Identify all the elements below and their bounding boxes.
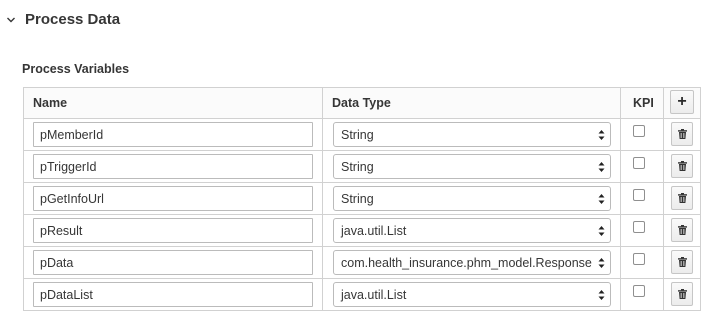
updown-arrows-icon (598, 225, 605, 237)
variable-name-input[interactable] (33, 186, 313, 211)
kpi-cell (620, 246, 664, 279)
name-cell (23, 246, 323, 279)
data-type-value: com.health_insurance.phm_model.Response (341, 255, 592, 270)
table-row: com.health_insurance.phm_model.Response (23, 246, 701, 279)
variable-name-input[interactable] (33, 250, 313, 275)
delete-variable-button[interactable] (671, 249, 693, 274)
delete-cell (663, 182, 701, 215)
delete-variable-button[interactable] (671, 185, 693, 210)
table-header-row: Name Data Type KPI + (23, 87, 701, 119)
variable-name-input[interactable] (33, 122, 313, 147)
updown-arrows-icon (598, 289, 605, 301)
delete-variable-button[interactable] (671, 121, 693, 146)
data-type-select[interactable]: java.util.List (333, 282, 611, 307)
name-cell (23, 214, 323, 247)
kpi-cell (620, 182, 664, 215)
section-title: Process Data (25, 11, 121, 28)
data-type-value: String (341, 191, 374, 206)
data-type-select[interactable]: String (333, 186, 611, 211)
data-type-value: java.util.List (341, 287, 407, 302)
trash-icon (677, 224, 687, 235)
kpi-cell (620, 214, 664, 247)
table-row: java.util.List (23, 278, 701, 311)
delete-variable-button[interactable] (671, 281, 693, 306)
data-type-cell: String (322, 118, 621, 151)
data-type-cell: java.util.List (322, 214, 621, 247)
delete-variable-button[interactable] (671, 153, 693, 178)
name-cell (23, 150, 323, 183)
process-variables-title: Process Variables (22, 62, 130, 76)
delete-cell (663, 278, 701, 311)
name-cell (23, 278, 323, 311)
chevron-down-icon[interactable] (6, 15, 16, 25)
kpi-cell (620, 118, 664, 151)
trash-icon (677, 128, 687, 139)
add-variable-button[interactable]: + (670, 90, 694, 114)
variable-name-input[interactable] (33, 282, 313, 307)
data-type-value: String (341, 127, 374, 142)
table-row: String (23, 150, 701, 183)
data-type-value: String (341, 159, 374, 174)
kpi-cell (620, 278, 664, 311)
process-data-section-header[interactable]: Process Data (6, 11, 120, 28)
name-column-header: Name (23, 87, 323, 119)
data-type-cell: String (322, 150, 621, 183)
kpi-checkbox[interactable] (633, 252, 645, 265)
delete-cell (663, 214, 701, 247)
process-variables-table: Name Data Type KPI + String (23, 87, 701, 311)
data-type-select[interactable]: java.util.List (333, 218, 611, 243)
plus-icon: + (677, 93, 687, 110)
data-type-cell: com.health_insurance.phm_model.Response (322, 246, 621, 279)
updown-arrows-icon (598, 193, 605, 205)
delete-cell (663, 246, 701, 279)
data-type-cell: String (322, 182, 621, 215)
data-type-cell: java.util.List (322, 278, 621, 311)
table-row: String (23, 118, 701, 151)
trash-icon (677, 288, 687, 299)
updown-arrows-icon (598, 129, 605, 141)
variable-name-input[interactable] (33, 154, 313, 179)
variable-name-input[interactable] (33, 218, 313, 243)
kpi-checkbox[interactable] (633, 124, 645, 137)
delete-cell (663, 150, 701, 183)
kpi-checkbox[interactable] (633, 188, 645, 201)
name-cell (23, 118, 323, 151)
data-type-value: java.util.List (341, 223, 407, 238)
kpi-checkbox[interactable] (633, 220, 645, 233)
add-column-header: + (663, 87, 701, 119)
kpi-cell (620, 150, 664, 183)
data-type-select[interactable]: String (333, 154, 611, 179)
data-type-column-header: Data Type (322, 87, 621, 119)
kpi-checkbox[interactable] (633, 156, 645, 169)
name-cell (23, 182, 323, 215)
updown-arrows-icon (598, 257, 605, 269)
trash-icon (677, 256, 687, 267)
kpi-column-header: KPI (620, 87, 664, 119)
data-type-select[interactable]: com.health_insurance.phm_model.Response (333, 250, 611, 275)
trash-icon (677, 192, 687, 203)
delete-cell (663, 118, 701, 151)
delete-variable-button[interactable] (671, 217, 693, 242)
table-row: String (23, 182, 701, 215)
updown-arrows-icon (598, 161, 605, 173)
table-row: java.util.List (23, 214, 701, 247)
data-type-select[interactable]: String (333, 122, 611, 147)
trash-icon (677, 160, 687, 171)
kpi-checkbox[interactable] (633, 284, 645, 297)
